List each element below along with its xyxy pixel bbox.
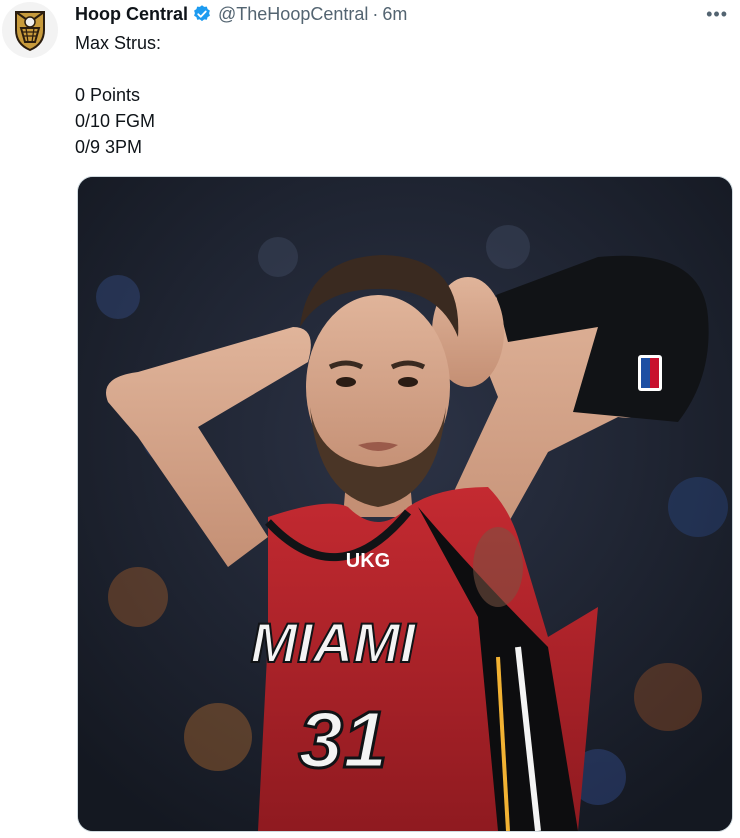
tweet-card[interactable]: Hoop Central @TheHoopCentral · 6m ••• Ma…	[0, 0, 740, 838]
tweet-line: Max Strus:	[75, 33, 162, 53]
tweet-line: 0/9 3PM	[75, 137, 143, 157]
jersey-sponsor: UKG	[346, 550, 390, 572]
author-handle[interactable]: @TheHoopCentral	[218, 4, 368, 25]
player-photo-illustration: UKG MIAMI 31	[78, 177, 732, 831]
more-options-icon[interactable]: •••	[706, 4, 728, 25]
tweet-text: Max Strus: 0 Points 0/10 FGM 0/9 3PM	[75, 30, 161, 160]
jersey-team-name: MIAMI	[251, 611, 417, 674]
tweet-timestamp[interactable]: 6m	[382, 4, 407, 25]
jersey-number: 31	[299, 695, 388, 784]
tweet-line: 0/10 FGM	[75, 111, 156, 131]
separator-dot: ·	[372, 3, 379, 24]
tweet-line: 0 Points	[75, 85, 141, 105]
tweet-line	[75, 56, 161, 82]
author-name[interactable]: Hoop Central	[75, 4, 188, 25]
tweet-header: Hoop Central @TheHoopCentral · 6m	[75, 2, 700, 26]
hoop-central-logo-icon	[15, 11, 45, 52]
avatar[interactable]	[2, 2, 58, 58]
tweet-photo[interactable]: UKG MIAMI 31	[77, 176, 733, 832]
verified-badge-icon	[192, 4, 212, 24]
